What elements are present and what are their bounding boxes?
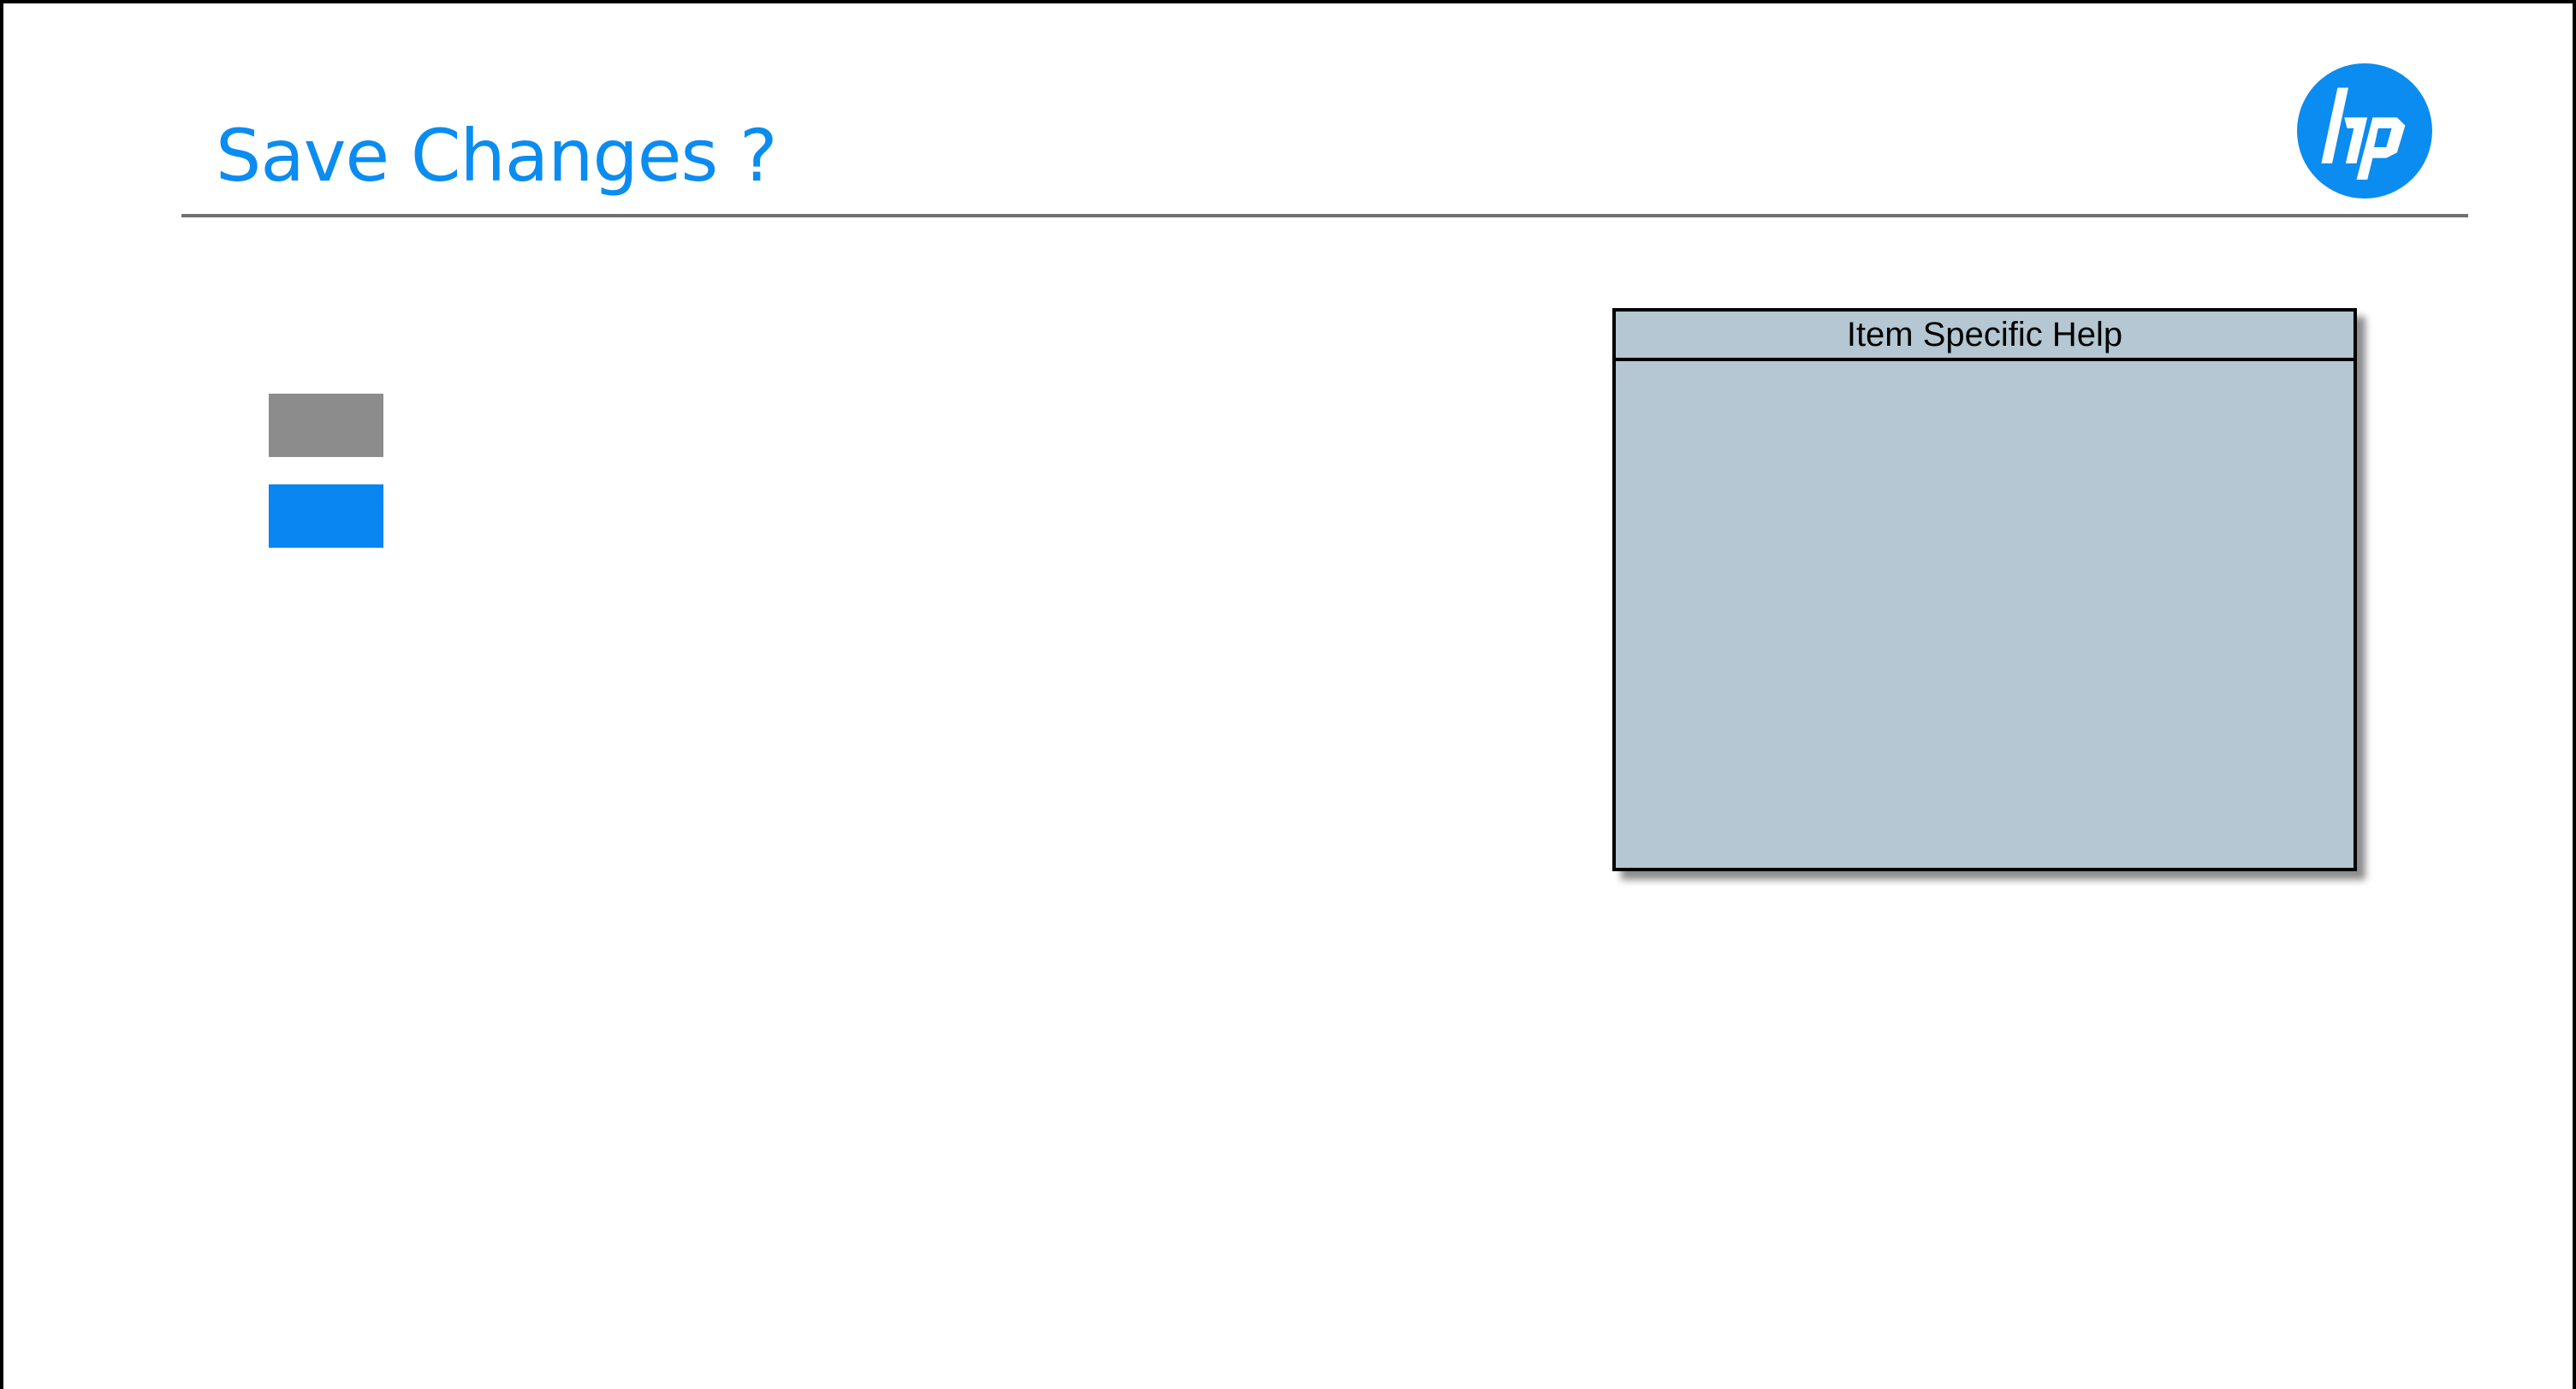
title-divider (181, 214, 2468, 217)
help-panel-header: Item Specific Help (1616, 312, 2353, 361)
screen-frame: Save Changes ? Item Specific Help (0, 0, 2576, 1389)
option-selected[interactable] (269, 484, 383, 548)
hp-logo-icon (2297, 63, 2432, 199)
page-title: Save Changes ? (216, 114, 778, 198)
item-specific-help-panel: Item Specific Help (1612, 308, 2357, 871)
help-panel-body (1616, 361, 2353, 868)
option-unselected[interactable] (269, 394, 383, 457)
